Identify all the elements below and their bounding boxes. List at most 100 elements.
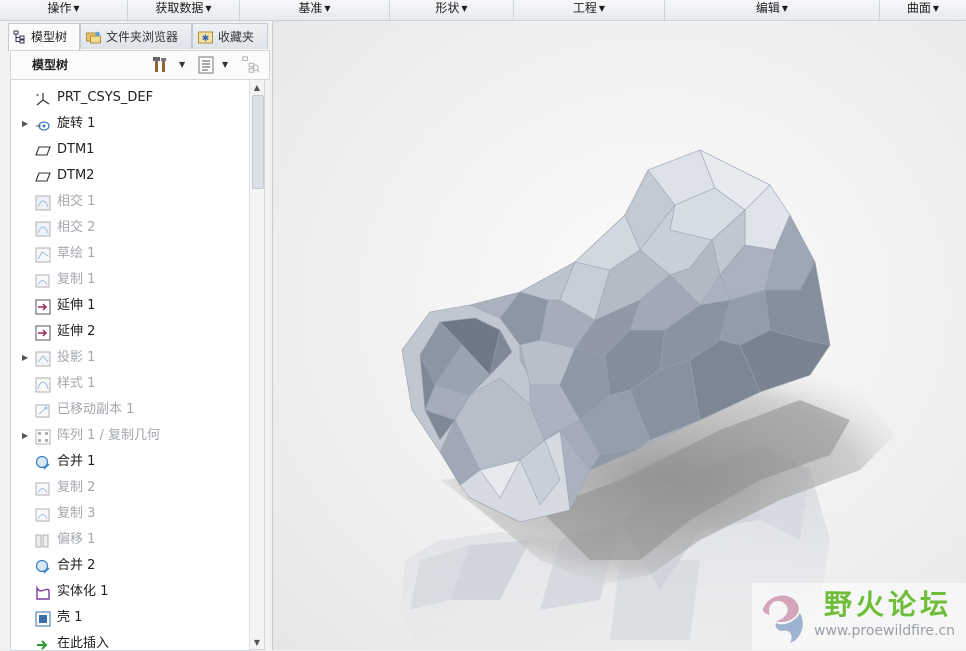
ribbon-group-surfaces[interactable]: 曲面 ▼ xyxy=(880,0,966,20)
ribbon-group-editing[interactable]: 编辑 ▼ xyxy=(665,0,880,20)
merge-icon xyxy=(35,558,51,574)
ribbon-group-label: 曲面 xyxy=(906,1,931,15)
tree-item[interactable]: 复制 2 xyxy=(11,475,250,501)
tab-label: 模型树 xyxy=(31,30,68,44)
settings-tools-icon[interactable] xyxy=(152,56,170,74)
tab-favorites[interactable]: ✱ 收藏夹 xyxy=(192,23,268,49)
tree-item[interactable]: 合并 1 xyxy=(11,449,250,475)
tree-item-label: 样式 1 xyxy=(57,376,96,391)
tree-filter-icon[interactable] xyxy=(241,56,261,74)
tree-item[interactable]: DTM1 xyxy=(11,137,250,163)
tree-item[interactable]: 壳 1 xyxy=(11,605,250,631)
svg-text:✱: ✱ xyxy=(202,34,210,44)
tree-item[interactable]: 草绘 1 xyxy=(11,241,250,267)
tree-item[interactable]: 复制 1 xyxy=(11,267,250,293)
svg-text:*: * xyxy=(36,93,39,100)
show-list-icon[interactable] xyxy=(198,56,214,74)
model-tree-icon xyxy=(13,30,25,44)
tree-item-label: 投影 1 xyxy=(57,350,96,365)
tree-item[interactable]: 偏移 1 xyxy=(11,527,250,553)
chevron-down-icon: ▼ xyxy=(932,4,940,13)
project-icon xyxy=(35,350,51,367)
tree-item-label: 旋转 1 xyxy=(57,116,96,131)
tree-item[interactable]: DTM2 xyxy=(11,163,250,189)
tree-item-label: PRT_CSYS_DEF xyxy=(57,90,154,105)
tree-item-label: 复制 2 xyxy=(57,480,96,495)
intersect-icon xyxy=(35,194,51,211)
tree-item-label: 壳 1 xyxy=(57,610,83,625)
model-tree: * PRT_CSYS_DEF ▶ 旋转 1 DTM1 DTM2 相交 1 相交 2 草绘 1 复制… xyxy=(10,80,251,651)
tab-model-tree[interactable]: 模型树 xyxy=(8,23,80,51)
navigator-tabs: 模型树 文件夹浏览器 ✱ 收藏夹 xyxy=(8,23,270,51)
insert-here-icon xyxy=(35,636,51,650)
tree-item[interactable]: 相交 1 xyxy=(11,189,250,215)
datum-plane-icon xyxy=(35,142,51,158)
tree-item[interactable]: * PRT_CSYS_DEF xyxy=(11,85,250,111)
tree-item-label: DTM1 xyxy=(57,142,95,157)
tree-item-label: 相交 2 xyxy=(57,220,96,235)
tree-item[interactable]: 复制 3 xyxy=(11,501,250,527)
copy-icon xyxy=(35,480,51,496)
watermark-url: www.proewildfire.cn xyxy=(814,623,956,639)
csys-icon: * xyxy=(35,90,51,106)
chevron-down-icon[interactable]: ▼ xyxy=(222,60,228,69)
ribbon-group-datum[interactable]: 基准 ▼ xyxy=(240,0,390,20)
graphics-viewport[interactable] xyxy=(273,21,966,650)
merge-icon xyxy=(35,454,51,470)
expand-arrow-icon[interactable]: ▶ xyxy=(22,111,28,137)
chevron-down-icon: ▼ xyxy=(324,4,331,13)
tree-item[interactable]: 样式 1 xyxy=(11,371,250,397)
tree-item[interactable]: ▶ 阵列 1 / 复制几何 xyxy=(11,423,250,449)
tree-item[interactable]: ▶ 投影 1 xyxy=(11,345,250,371)
tree-item-label: 复制 3 xyxy=(57,506,96,521)
scroll-up-icon[interactable]: ▲ xyxy=(250,80,264,95)
model-tree-title: 模型树 xyxy=(32,58,69,72)
style-icon xyxy=(35,376,51,393)
tab-folder-browser[interactable]: 文件夹浏览器 xyxy=(80,23,192,49)
tree-item[interactable]: 相交 2 xyxy=(11,215,250,241)
ribbon-group-operations[interactable]: 操作 ▼ xyxy=(0,0,128,20)
scrollbar-thumb[interactable] xyxy=(252,95,264,189)
ribbon-group-get-data[interactable]: 获取数据 ▼ xyxy=(128,0,240,20)
ribbon-group-label: 基准 xyxy=(298,1,323,15)
tree-item-label: 延伸 2 xyxy=(57,324,96,339)
expand-arrow-icon[interactable]: ▶ xyxy=(22,345,28,371)
ribbon-group-label: 编辑 xyxy=(755,1,780,15)
datum-plane-icon xyxy=(35,168,51,184)
model-3d-view[interactable] xyxy=(273,21,966,650)
tree-item[interactable]: 在此插入 xyxy=(11,631,250,651)
chevron-down-icon: ▼ xyxy=(73,4,80,13)
tree-item[interactable]: 实体化 1 xyxy=(11,579,250,605)
tree-item[interactable]: 延伸 1 xyxy=(11,293,250,319)
tree-item-label: 在此插入 xyxy=(57,636,110,651)
navigator-panel: 模型树 文件夹浏览器 ✱ 收藏夹 模型树 ▼ ▼ * PRT_CSYS_DEF ▶ 旋转… xyxy=(0,21,273,651)
intersect-icon xyxy=(35,220,51,237)
model-tree-scrollbar[interactable]: ▲ ▼ xyxy=(249,80,265,650)
tree-item-label: 草绘 1 xyxy=(57,246,96,261)
tree-item[interactable]: ▶ 旋转 1 xyxy=(11,111,250,137)
chevron-down-icon: ▼ xyxy=(598,4,606,13)
ribbon-group-shapes[interactable]: 形状 ▼ xyxy=(390,0,514,20)
scroll-down-icon[interactable]: ▼ xyxy=(250,637,264,649)
revolve-icon xyxy=(35,116,51,132)
ribbon-group-label: 操作 xyxy=(47,1,72,15)
forum-watermark: 野火论坛 www.proewildfire.cn xyxy=(752,583,966,650)
tree-item-label: 已移动副本 1 xyxy=(57,402,135,417)
solidify-icon xyxy=(35,584,51,600)
tree-item[interactable]: 已移动副本 1 xyxy=(11,397,250,423)
tree-item-label: 相交 1 xyxy=(57,194,96,209)
sketch-icon xyxy=(35,246,51,263)
tree-item-label: DTM2 xyxy=(57,168,95,183)
chevron-down-icon[interactable]: ▼ xyxy=(179,60,185,69)
tree-item-label: 复制 1 xyxy=(57,272,96,287)
chevron-down-icon: ▼ xyxy=(781,4,789,13)
watermark-title: 野火论坛 xyxy=(824,588,953,621)
tree-item[interactable]: 延伸 2 xyxy=(11,319,250,345)
model-tree-header: 模型树 ▼ ▼ xyxy=(10,50,270,80)
tab-label: 文件夹浏览器 xyxy=(106,30,179,44)
tab-label: 收藏夹 xyxy=(218,30,255,44)
ribbon-group-engineering[interactable]: 工程 ▼ xyxy=(514,0,665,20)
tree-item-label: 偏移 1 xyxy=(57,532,96,547)
expand-arrow-icon[interactable]: ▶ xyxy=(22,423,28,449)
tree-item[interactable]: 合并 2 xyxy=(11,553,250,579)
